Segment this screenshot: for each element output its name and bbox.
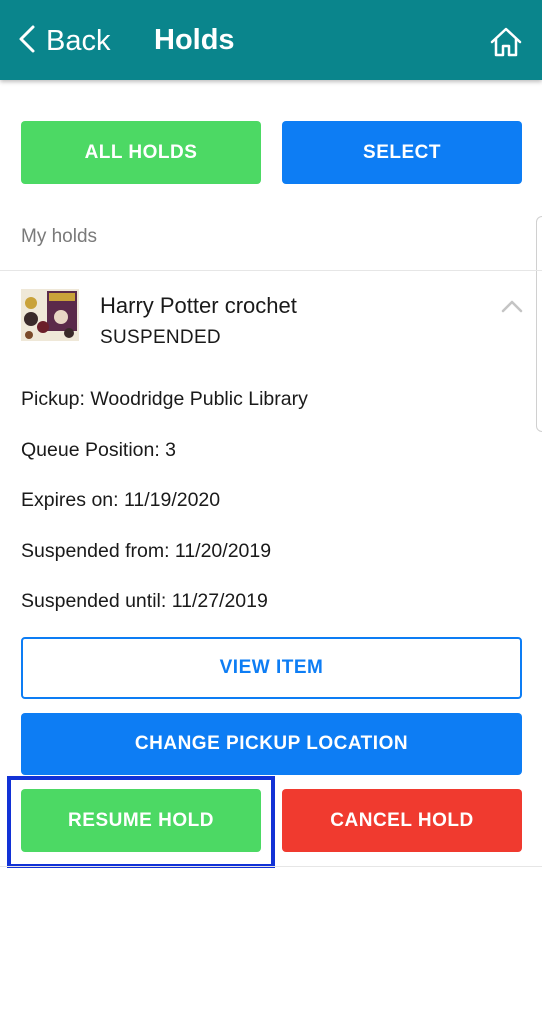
home-button[interactable]: [488, 24, 524, 60]
pickup-detail: Pickup: Woodridge Public Library: [21, 388, 308, 410]
chevron-left-icon: [16, 24, 38, 59]
back-label: Back: [46, 24, 111, 57]
suspended-until-detail: Suspended until: 11/27/2019: [21, 590, 268, 612]
cancel-hold-button[interactable]: CANCEL HOLD: [282, 789, 522, 852]
hold-status: SUSPENDED: [100, 327, 221, 348]
divider: [0, 270, 542, 271]
chevron-up-icon: [500, 300, 524, 319]
book-cover-thumbnail: [21, 289, 79, 341]
queue-position-detail: Queue Position: 3: [21, 439, 177, 461]
change-pickup-location-button[interactable]: CHANGE PICKUP LOCATION: [21, 713, 522, 775]
collapse-button[interactable]: [500, 297, 524, 315]
home-icon: [488, 27, 524, 64]
hold-title[interactable]: Harry Potter crochet: [100, 293, 297, 319]
all-holds-button[interactable]: ALL HOLDS: [21, 121, 261, 184]
back-button[interactable]: Back: [16, 20, 110, 62]
scroll-handle[interactable]: [536, 216, 542, 432]
section-label-my-holds: My holds: [21, 226, 98, 247]
divider: [0, 866, 542, 867]
view-item-button[interactable]: VIEW ITEM: [21, 637, 522, 699]
page-title: Holds: [154, 24, 235, 56]
app-header: Back Holds: [0, 0, 542, 80]
resume-hold-button[interactable]: RESUME HOLD: [21, 789, 261, 852]
select-button[interactable]: SELECT: [282, 121, 522, 184]
expires-on-detail: Expires on: 11/19/2020: [21, 489, 221, 511]
suspended-from-detail: Suspended from: 11/20/2019: [21, 540, 272, 562]
